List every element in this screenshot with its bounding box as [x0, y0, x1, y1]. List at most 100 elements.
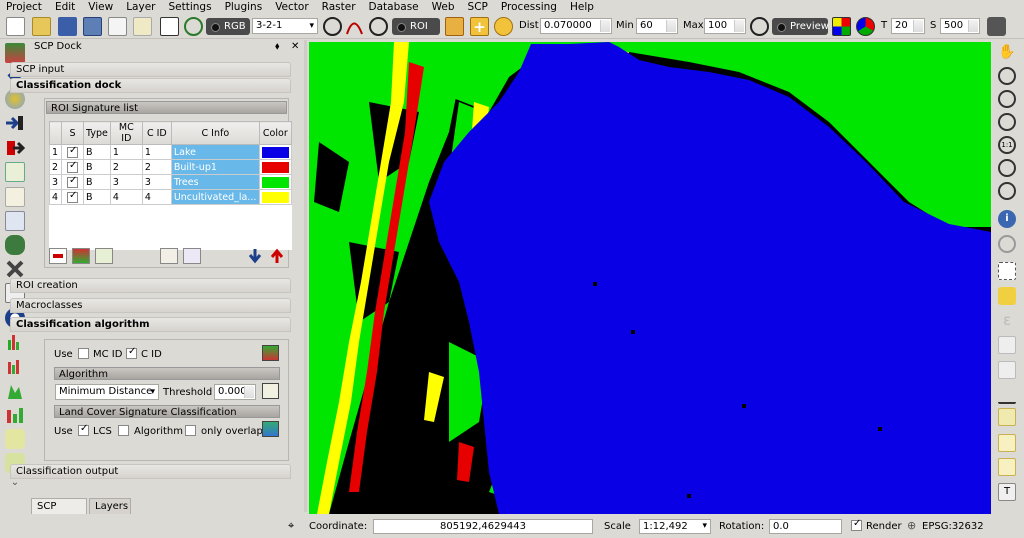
signature-plot-icon[interactable]	[5, 356, 25, 376]
c-id-checkbox[interactable]	[126, 346, 137, 359]
remove-temp-files-icon[interactable]	[987, 17, 1006, 36]
menu-view[interactable]: View	[82, 0, 120, 14]
zoom-full-icon[interactable]	[998, 159, 1016, 177]
pan-to-selection-icon[interactable]	[998, 67, 1016, 85]
menu-raster[interactable]: Raster	[316, 0, 363, 14]
section-classification-dock[interactable]: Classification dock	[10, 78, 291, 93]
row-checkbox[interactable]	[61, 159, 84, 175]
dock-float-icon[interactable]: ⬧	[275, 41, 280, 52]
composer-manager-icon[interactable]	[133, 17, 152, 36]
threshold-input[interactable]: 0.000	[214, 384, 256, 400]
row-color[interactable]	[258, 159, 292, 175]
messages-icon[interactable]	[1000, 518, 1016, 534]
menu-web[interactable]: Web	[426, 0, 462, 14]
checkbox-icon[interactable]	[67, 190, 78, 203]
menu-scp[interactable]: SCP	[462, 0, 495, 14]
row-checkbox[interactable]	[61, 174, 84, 190]
chevron-down-icon[interactable]: ⌄	[5, 477, 25, 497]
row-mc-id[interactable]: 1	[109, 144, 143, 160]
signature-plot-small-icon[interactable]	[160, 248, 178, 264]
select-features-icon[interactable]	[998, 262, 1016, 280]
table-row[interactable]: 3 B 3 3 Trees	[49, 174, 292, 190]
render-checkbox[interactable]	[851, 518, 862, 531]
open-project-icon[interactable]	[32, 17, 51, 36]
menu-layer[interactable]: Layer	[120, 0, 162, 14]
scale-select[interactable]: 1:12,492	[639, 519, 711, 534]
weights-icon[interactable]	[262, 345, 279, 361]
map-canvas[interactable]	[309, 42, 991, 514]
lcs-algorithm-checkbox[interactable]	[118, 425, 129, 436]
import-signatures-icon[interactable]	[246, 248, 264, 264]
t-input[interactable]: 20	[891, 18, 925, 34]
menu-edit[interactable]: Edit	[49, 0, 82, 14]
zoom-roi-left-icon[interactable]	[5, 429, 25, 449]
zoom-to-preview-icon[interactable]	[750, 17, 769, 36]
statistics-icon[interactable]	[998, 361, 1016, 379]
zoom-roi-icon[interactable]	[323, 17, 342, 36]
section-classification-algorithm[interactable]: Classification algorithm	[10, 317, 291, 332]
layers-stack-icon[interactable]	[5, 43, 25, 63]
checkbox-icon[interactable]	[67, 145, 78, 158]
zoom-scp-icon[interactable]	[184, 17, 203, 36]
menu-database[interactable]: Database	[363, 0, 426, 14]
s-input[interactable]: 500	[940, 18, 980, 34]
redo-preview-icon[interactable]	[856, 17, 875, 36]
redo-roi-icon[interactable]	[494, 17, 513, 36]
create-roi-icon[interactable]	[445, 17, 464, 36]
table-row[interactable]: 4 B 4 4 Uncultivated_la...	[49, 189, 292, 205]
row-c-id[interactable]: 2	[141, 159, 172, 175]
rgb-toggle-button[interactable]: RGB =	[206, 18, 250, 49]
field-calc-icon[interactable]: ε	[998, 311, 1016, 329]
save-as-icon[interactable]	[83, 17, 102, 36]
delete-signature-icon[interactable]	[49, 248, 67, 264]
checkbox-icon[interactable]	[67, 175, 78, 188]
roi-signature-header[interactable]: ROI Signature list	[46, 101, 287, 114]
zoom-in-icon[interactable]	[998, 90, 1016, 108]
zoom-native-icon[interactable]: 1:1	[998, 136, 1016, 154]
accuracy-icon[interactable]	[5, 381, 25, 401]
save-project-icon[interactable]	[58, 17, 77, 36]
calculate-signatures-icon[interactable]	[95, 248, 113, 264]
row-c-id[interactable]: 4	[141, 189, 172, 205]
measure-icon[interactable]	[998, 235, 1016, 253]
menu-vector[interactable]: Vector	[269, 0, 315, 14]
roi-curve-icon[interactable]	[345, 17, 364, 36]
row-c-id[interactable]: 1	[141, 144, 172, 160]
row-color[interactable]	[258, 144, 292, 160]
text-annotation-icon[interactable]	[998, 408, 1016, 426]
row-color[interactable]	[258, 174, 292, 190]
roi-toggle-button[interactable]: ROI	[392, 18, 440, 35]
crs-label[interactable]: EPSG:32632	[922, 521, 984, 532]
html-annotation-icon[interactable]	[998, 458, 1016, 476]
pan-tool-icon[interactable]	[160, 17, 179, 36]
row-c-info[interactable]: Uncultivated_la...	[170, 189, 260, 205]
preprocessing-icon[interactable]	[5, 235, 25, 255]
spectral-plot-icon[interactable]	[5, 162, 25, 182]
table-row[interactable]: 1 B 1 1 Lake	[49, 144, 292, 160]
algorithm-select[interactable]: Minimum Distance	[55, 384, 159, 400]
color-swatch[interactable]	[261, 146, 289, 158]
row-c-info[interactable]: Trees	[170, 174, 260, 190]
attribute-table-icon[interactable]	[998, 336, 1016, 354]
checkbox-icon[interactable]	[67, 160, 78, 173]
color-swatch[interactable]	[261, 191, 289, 203]
row-c-id[interactable]: 3	[141, 174, 172, 190]
menu-settings[interactable]: Settings	[162, 0, 218, 14]
section-macroclasses[interactable]: Macroclasses	[10, 298, 291, 313]
scatter-plot-icon[interactable]	[5, 187, 25, 207]
land-cover-change-icon[interactable]	[5, 405, 25, 425]
deselect-icon[interactable]	[998, 287, 1016, 305]
preview-toggle-button[interactable]: Preview	[772, 18, 829, 35]
rgb-combo[interactable]: 3-2-1	[252, 18, 318, 34]
rotation-input[interactable]: 0.0	[769, 519, 842, 534]
max-input[interactable]: 100	[704, 18, 746, 34]
print-composer-icon[interactable]	[108, 17, 127, 36]
zoom-layer-icon[interactable]	[998, 182, 1016, 200]
pan-hand-icon[interactable]: ✋	[998, 44, 1016, 62]
row-checkbox[interactable]	[61, 144, 84, 160]
min-input[interactable]: 60	[636, 18, 678, 34]
row-color[interactable]	[258, 189, 292, 205]
crs-globe-icon[interactable]: ⊕	[907, 519, 916, 532]
histogram-icon[interactable]	[5, 332, 25, 352]
dock-close-icon[interactable]: ✕	[291, 41, 299, 52]
